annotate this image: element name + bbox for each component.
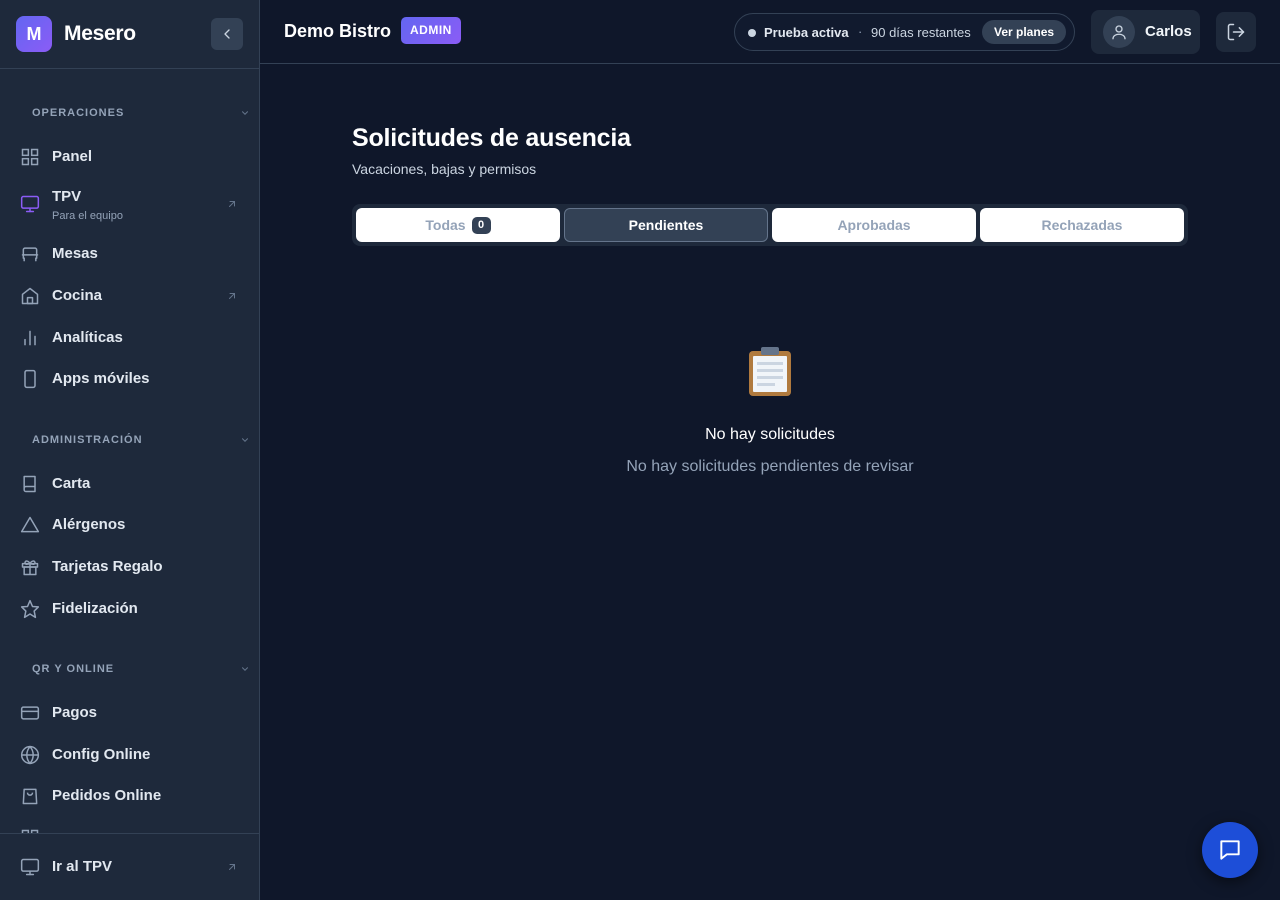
empty-state-title: No hay solicitudes [705, 426, 835, 443]
tab-pendientes[interactable]: Pendientes [564, 208, 768, 242]
logout-button[interactable] [1216, 12, 1256, 52]
chevron-left-icon [224, 29, 230, 39]
page-title: Solicitudes de ausencia [352, 124, 631, 152]
sidebar-item-label: Apps móviles [52, 370, 150, 387]
sidebar-item-cocina[interactable]: Cocina [0, 278, 259, 314]
user-name: Carlos [1145, 23, 1192, 40]
status-dot-icon [748, 29, 756, 37]
monitor-icon [20, 858, 40, 876]
tab-aprobadas[interactable]: Aprobadas [772, 208, 976, 242]
app-name: Mesero [64, 22, 136, 45]
logout-icon [1227, 23, 1245, 41]
sidebar-item-label: Pagos [52, 704, 98, 721]
app-logo[interactable]: M [16, 16, 52, 52]
empty-state-subtitle: No hay solicitudes pendientes de revisar [626, 458, 914, 475]
user-menu-button[interactable]: Carlos [1091, 10, 1200, 54]
trial-status-pill: Prueba activa · 90 días restantes Ver pl… [734, 13, 1075, 51]
sidebar-item-label: Carta [52, 475, 91, 492]
avatar [1103, 16, 1135, 48]
sidebar-nav: OPERACIONES Panel TPV Para el equipo Mes… [0, 69, 259, 833]
go-to-tpv-label: Ir al TPV [52, 858, 113, 875]
user-icon [1112, 25, 1126, 40]
sidebar-item-label: TPV [52, 188, 82, 205]
trial-status: Prueba activa [764, 25, 849, 40]
external-link-icon [229, 864, 235, 870]
status-tabs: Todas 0 Pendientes Aprobadas Rechazadas [352, 204, 1188, 246]
gift-icon [21, 560, 39, 576]
sidebar-item-apps-moviles[interactable]: Apps móviles [0, 361, 259, 397]
trial-separator: · [858, 24, 863, 39]
collapse-sidebar-button[interactable] [211, 18, 243, 50]
external-link-icon [229, 293, 235, 299]
sidebar-item-pagos[interactable]: Pagos [0, 695, 259, 731]
sidebar-header: M Mesero [0, 0, 259, 69]
credit-card-icon [20, 706, 40, 720]
section-administracion[interactable]: ADMINISTRACIÓN [32, 434, 143, 446]
tab-rechazadas[interactable]: Rechazadas [980, 208, 1184, 242]
clipboard-icon [749, 347, 791, 396]
sidebar-item-label: Pedidos Online [52, 787, 162, 804]
chevron-down-icon[interactable] [240, 664, 250, 674]
sidebar-item-alergenos[interactable]: Alérgenos [0, 507, 259, 543]
bar-chart-icon [24, 330, 36, 346]
view-plans-button[interactable]: Ver planes [982, 20, 1067, 44]
sidebar-item-tpv[interactable]: TPV Para el equipo [0, 180, 259, 228]
section-qr-online[interactable]: QR Y ONLINE [32, 663, 114, 675]
sidebar-item-label: Fidelización [52, 600, 138, 617]
chevron-down-icon[interactable] [240, 435, 250, 445]
page-subtitle: Vacaciones, bajas y permisos [352, 161, 537, 177]
go-to-tpv-link[interactable]: Ir al TPV [0, 849, 259, 885]
chat-icon [1220, 840, 1240, 860]
book-icon [23, 475, 36, 493]
chat-button[interactable] [1202, 822, 1258, 878]
chevron-down-icon[interactable] [240, 108, 250, 118]
sidebar-item-tarjetas-regalo[interactable]: Tarjetas Regalo [0, 549, 259, 585]
sidebar-item-label: Tarjetas Regalo [52, 558, 163, 575]
sidebar-item-fidelizacion[interactable]: Fidelización [0, 591, 259, 627]
tab-label: Todas [425, 217, 466, 233]
sidebar-item-analiticas[interactable]: Analíticas [0, 320, 259, 356]
trial-days-remaining: 90 días restantes [871, 25, 971, 40]
tab-todas[interactable]: Todas 0 [356, 208, 560, 242]
tab-label: Rechazadas [1041, 217, 1123, 233]
count-badge: 0 [471, 216, 491, 234]
monitor-icon [20, 195, 40, 213]
sidebar-item-carta[interactable]: Carta [0, 466, 259, 502]
sidebar-item-label: Alérgenos [52, 516, 126, 533]
alert-triangle-icon [20, 516, 40, 533]
tab-label: Pendientes [628, 217, 704, 233]
topbar: Demo Bistro ADMIN Prueba activa · 90 día… [260, 0, 1280, 64]
sidebar-item-label: Mesas [52, 245, 98, 262]
smartphone-icon [24, 369, 36, 389]
table-icon [21, 247, 39, 262]
sidebar-item-panel[interactable]: Panel [0, 139, 259, 175]
restaurant-name: Demo Bistro [284, 21, 392, 41]
sidebar-footer: Ir al TPV [0, 833, 259, 900]
sidebar-item-sublabel: Para el equipo [52, 210, 123, 222]
star-icon [20, 599, 40, 619]
sidebar-item-pedidos-online[interactable]: Pedidos Online [0, 778, 259, 814]
sidebar-item-label: Cocina [52, 287, 103, 304]
home-icon [21, 287, 39, 305]
sidebar-item-label: Panel [52, 148, 93, 165]
role-badge: ADMIN [401, 17, 461, 44]
sidebar-item-config-online[interactable]: Config Online [0, 737, 259, 773]
globe-icon [20, 745, 40, 765]
grid-icon [21, 148, 39, 166]
sidebar-item-clipped[interactable] [0, 820, 259, 833]
shopping-bag-icon [22, 788, 38, 805]
tab-label: Aprobadas [837, 217, 911, 233]
section-operaciones[interactable]: OPERACIONES [32, 107, 124, 119]
external-link-icon [229, 201, 235, 207]
sidebar-item-label: Analíticas [52, 329, 123, 346]
sidebar-item-label: Config Online [52, 746, 151, 763]
sidebar: M Mesero OPERACIONES Panel TPV Para el e… [0, 0, 260, 900]
sidebar-item-mesas[interactable]: Mesas [0, 236, 259, 272]
